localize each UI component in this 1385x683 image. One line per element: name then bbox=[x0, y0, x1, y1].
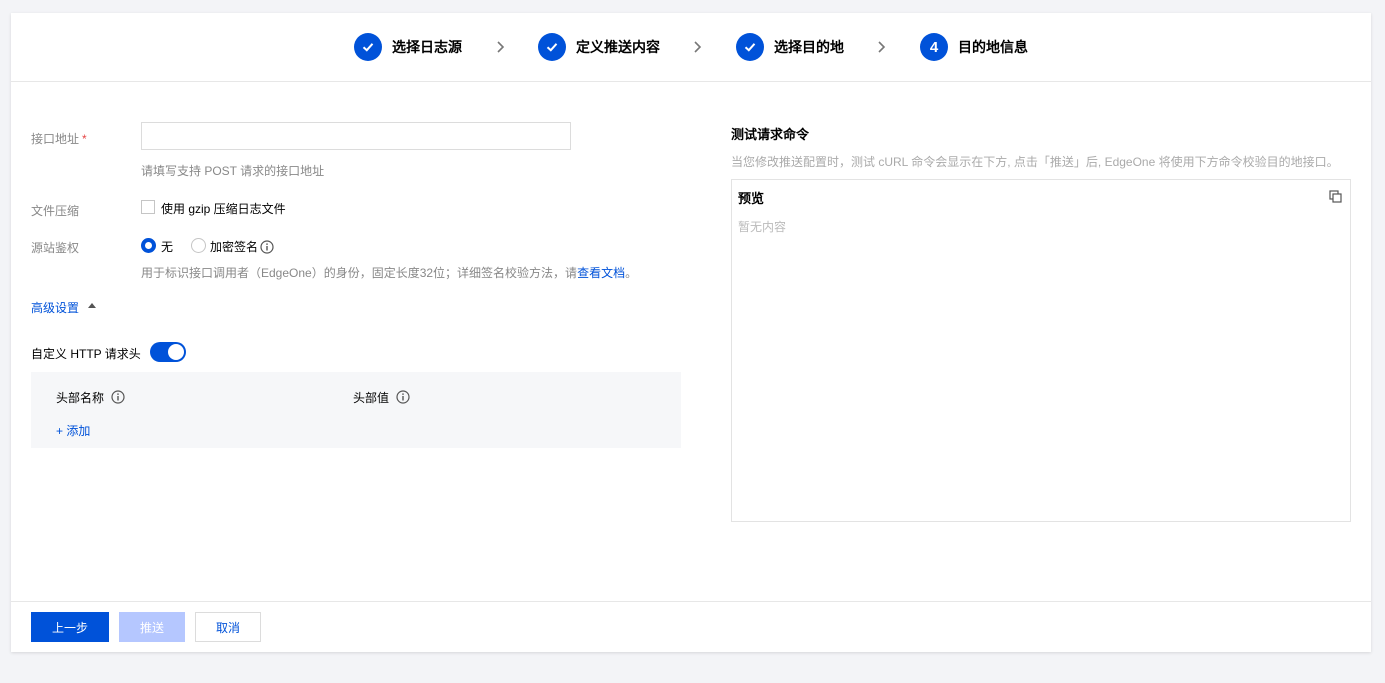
step-1-label: 选择日志源 bbox=[392, 39, 462, 55]
check-icon bbox=[736, 33, 764, 61]
advanced-settings-toggle[interactable]: 高级设置 bbox=[31, 299, 79, 316]
step-4-number: 4 bbox=[920, 33, 948, 61]
push-config-card: 选择日志源 定义推送内容 选择目的地 4 目的地信息 接口地址 * 请填写支持 P… bbox=[11, 13, 1371, 652]
caret-up-icon[interactable] bbox=[88, 303, 96, 308]
header-value-column: 头部值 bbox=[353, 391, 390, 405]
push-button[interactable]: 推送 bbox=[119, 612, 185, 642]
auth-hint: 用于标识接口调用者（EdgeOne）的身份，固定长度32位；详细签名校验方法，请… bbox=[141, 266, 638, 280]
test-command-title: 测试请求命令 bbox=[731, 127, 810, 142]
step-1: 选择日志源 bbox=[354, 33, 462, 61]
endpoint-label: 接口地址 * bbox=[31, 132, 87, 146]
step-4: 4 目的地信息 bbox=[920, 33, 1028, 61]
view-docs-link[interactable]: 查看文档 bbox=[577, 266, 625, 280]
step-3-label: 选择目的地 bbox=[774, 39, 844, 55]
step-2: 定义推送内容 bbox=[538, 33, 660, 61]
copy-icon[interactable] bbox=[1329, 190, 1342, 203]
prev-step-button[interactable]: 上一步 bbox=[31, 612, 109, 642]
preview-empty-text: 暂无内容 bbox=[738, 220, 787, 234]
chevron-right-icon bbox=[878, 41, 886, 53]
info-icon[interactable] bbox=[396, 390, 410, 404]
preview-title: 预览 bbox=[738, 191, 765, 206]
auth-radio-none[interactable] bbox=[141, 238, 156, 253]
cancel-button[interactable]: 取消 bbox=[195, 612, 261, 642]
compression-label: 文件压缩 bbox=[31, 204, 80, 218]
info-icon[interactable] bbox=[260, 240, 274, 254]
step-bar: 选择日志源 定义推送内容 选择目的地 4 目的地信息 bbox=[11, 13, 1371, 82]
footer-actions: 上一步 推送 取消 bbox=[11, 601, 1371, 653]
step-2-label: 定义推送内容 bbox=[576, 39, 660, 55]
switch-knob bbox=[168, 344, 184, 360]
auth-radio-signature-label[interactable]: 加密签名 bbox=[210, 238, 258, 255]
gzip-checkbox-label[interactable]: 使用 gzip 压缩日志文件 bbox=[161, 200, 286, 217]
check-icon bbox=[538, 33, 566, 61]
check-icon bbox=[354, 33, 382, 61]
auth-radio-none-label[interactable]: 无 bbox=[161, 238, 173, 255]
step-3: 选择目的地 bbox=[736, 33, 844, 61]
required-mark: * bbox=[82, 132, 87, 146]
endpoint-input-wrapper bbox=[141, 122, 571, 150]
auth-label: 源站鉴权 bbox=[31, 241, 80, 255]
custom-headers-label: 自定义 HTTP 请求头 bbox=[31, 347, 141, 361]
preview-box: 预览 暂无内容 bbox=[731, 179, 1351, 522]
step-4-label: 目的地信息 bbox=[958, 39, 1028, 55]
chevron-right-icon bbox=[497, 41, 505, 53]
test-command-description: 当您修改推送配置时，测试 cURL 命令会显示在下方, 点击「推送」后, Edg… bbox=[731, 155, 1339, 169]
chevron-right-icon bbox=[694, 41, 702, 53]
custom-headers-switch[interactable] bbox=[150, 342, 186, 362]
headers-table: 头部名称 头部值 + 添加 bbox=[31, 372, 681, 448]
endpoint-input[interactable] bbox=[142, 123, 570, 149]
endpoint-hint: 请填写支持 POST 请求的接口地址 bbox=[141, 164, 325, 178]
info-icon[interactable] bbox=[111, 390, 125, 404]
gzip-checkbox[interactable] bbox=[141, 200, 155, 214]
auth-radio-signature[interactable] bbox=[191, 238, 206, 253]
add-header-link[interactable]: + 添加 bbox=[56, 422, 90, 439]
header-name-column: 头部名称 bbox=[56, 391, 105, 405]
